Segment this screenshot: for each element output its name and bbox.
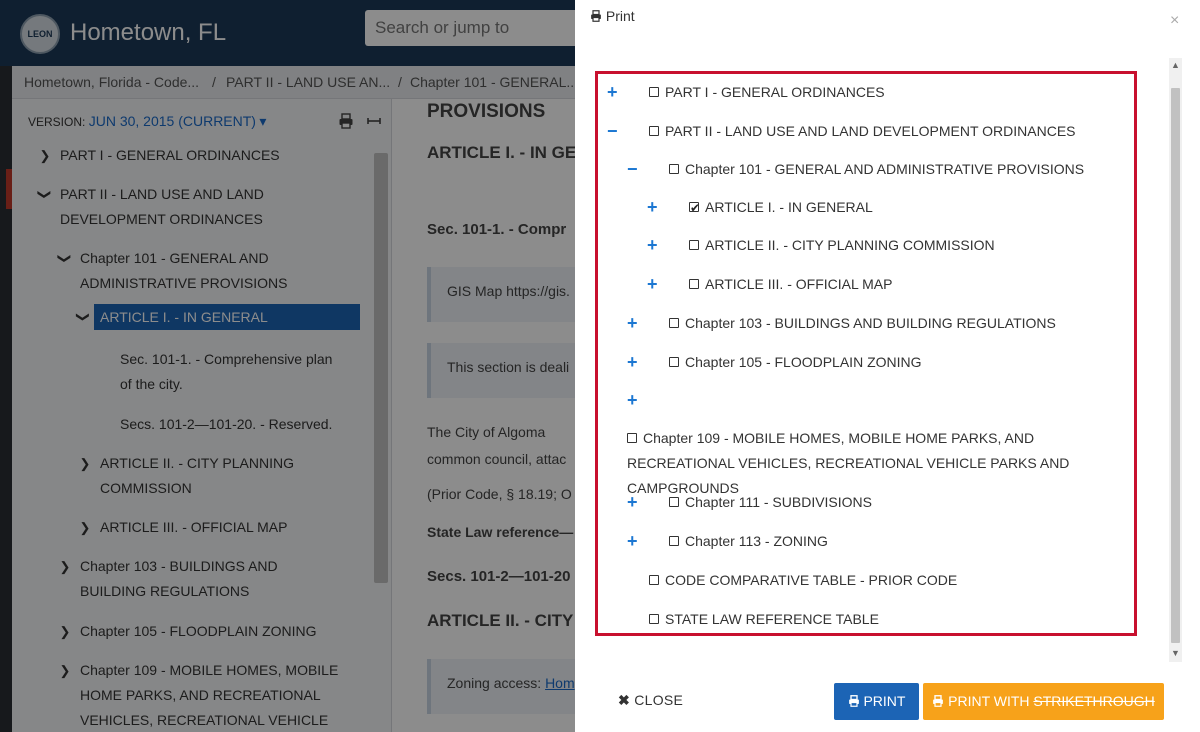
checkbox[interactable] xyxy=(689,279,699,289)
checkbox[interactable] xyxy=(669,357,679,367)
toc-item-part2[interactable]: PART II - LAND USE AND LAND DEVELOPMENT … xyxy=(649,121,1076,141)
expand-icon[interactable]: + xyxy=(627,313,638,333)
expand-icon[interactable]: + xyxy=(647,235,658,255)
checkbox[interactable] xyxy=(669,497,679,507)
toc-item-chapter101[interactable]: Chapter 101 - GENERAL AND ADMINISTRATIVE… xyxy=(669,159,1084,179)
print-button[interactable]: PRINT xyxy=(834,683,919,720)
checkbox[interactable] xyxy=(649,575,659,585)
checkbox[interactable] xyxy=(669,536,679,546)
expand-icon[interactable]: + xyxy=(647,197,658,217)
toc-item-chapter105[interactable]: Chapter 105 - FLOODPLAIN ZONING xyxy=(669,352,922,372)
printer-icon xyxy=(591,10,601,22)
toc-item-article2[interactable]: ARTICLE II. - CITY PLANNING COMMISSION xyxy=(689,235,995,255)
checkbox[interactable] xyxy=(669,164,679,174)
checkbox[interactable] xyxy=(689,240,699,250)
print-toc-tree: + PART I - GENERAL ORDINANCES − PART II … xyxy=(595,71,1137,636)
checkbox[interactable] xyxy=(669,318,679,328)
collapse-icon[interactable]: − xyxy=(627,159,638,179)
checkbox[interactable] xyxy=(649,87,659,97)
close-button[interactable]: ✖ CLOSE xyxy=(618,692,683,709)
expand-icon[interactable]: + xyxy=(627,492,638,512)
checkbox[interactable] xyxy=(649,126,659,136)
toc-item-chapter103[interactable]: Chapter 103 - BUILDINGS AND BUILDING REG… xyxy=(669,313,1056,333)
toc-item-state-law-table[interactable]: STATE LAW REFERENCE TABLE xyxy=(649,609,879,629)
print-dialog: Print × ▲ ▼ + PART I - GENERAL ORDINANCE… xyxy=(575,0,1200,732)
close-icon[interactable]: × xyxy=(1170,12,1179,30)
checkbox[interactable] xyxy=(627,433,637,443)
toc-item-comparative-table[interactable]: CODE COMPARATIVE TABLE - PRIOR CODE xyxy=(649,570,957,590)
checkbox[interactable] xyxy=(649,614,659,624)
toc-item-part1[interactable]: PART I - GENERAL ORDINANCES xyxy=(649,82,885,102)
dialog-scrollbar[interactable]: ▲ ▼ xyxy=(1169,58,1182,662)
expand-icon[interactable]: + xyxy=(647,274,658,294)
close-icon: ✖ xyxy=(618,692,631,708)
checkbox-checked[interactable] xyxy=(689,198,700,218)
toc-item-article1[interactable]: ARTICLE I. - IN GENERAL xyxy=(689,197,873,218)
dialog-title: Print xyxy=(590,8,635,24)
scrollbar-thumb[interactable] xyxy=(1171,88,1180,643)
collapse-icon[interactable]: − xyxy=(607,121,618,141)
modal-backdrop[interactable] xyxy=(0,0,575,732)
expand-icon[interactable]: + xyxy=(627,352,638,372)
toc-item-article3[interactable]: ARTICLE III. - OFFICIAL MAP xyxy=(689,274,892,294)
expand-icon[interactable]: + xyxy=(627,531,638,551)
toc-item-chapter113[interactable]: Chapter 113 - ZONING xyxy=(669,531,828,551)
scroll-up-icon[interactable]: ▲ xyxy=(1171,60,1180,70)
toc-item-chapter109[interactable]: Chapter 109 - MOBILE HOMES, MOBILE HOME … xyxy=(627,426,1135,501)
scroll-down-icon[interactable]: ▼ xyxy=(1171,648,1180,658)
expand-icon[interactable]: + xyxy=(627,390,638,410)
toc-item-chapter111[interactable]: Chapter 111 - SUBDIVISIONS xyxy=(669,492,872,512)
print-with-strikethrough-button[interactable]: PRINT WITH STRIKETHROUGH xyxy=(923,683,1164,720)
expand-icon[interactable]: + xyxy=(607,82,618,102)
printer-icon xyxy=(933,695,944,707)
printer-icon xyxy=(848,695,859,707)
